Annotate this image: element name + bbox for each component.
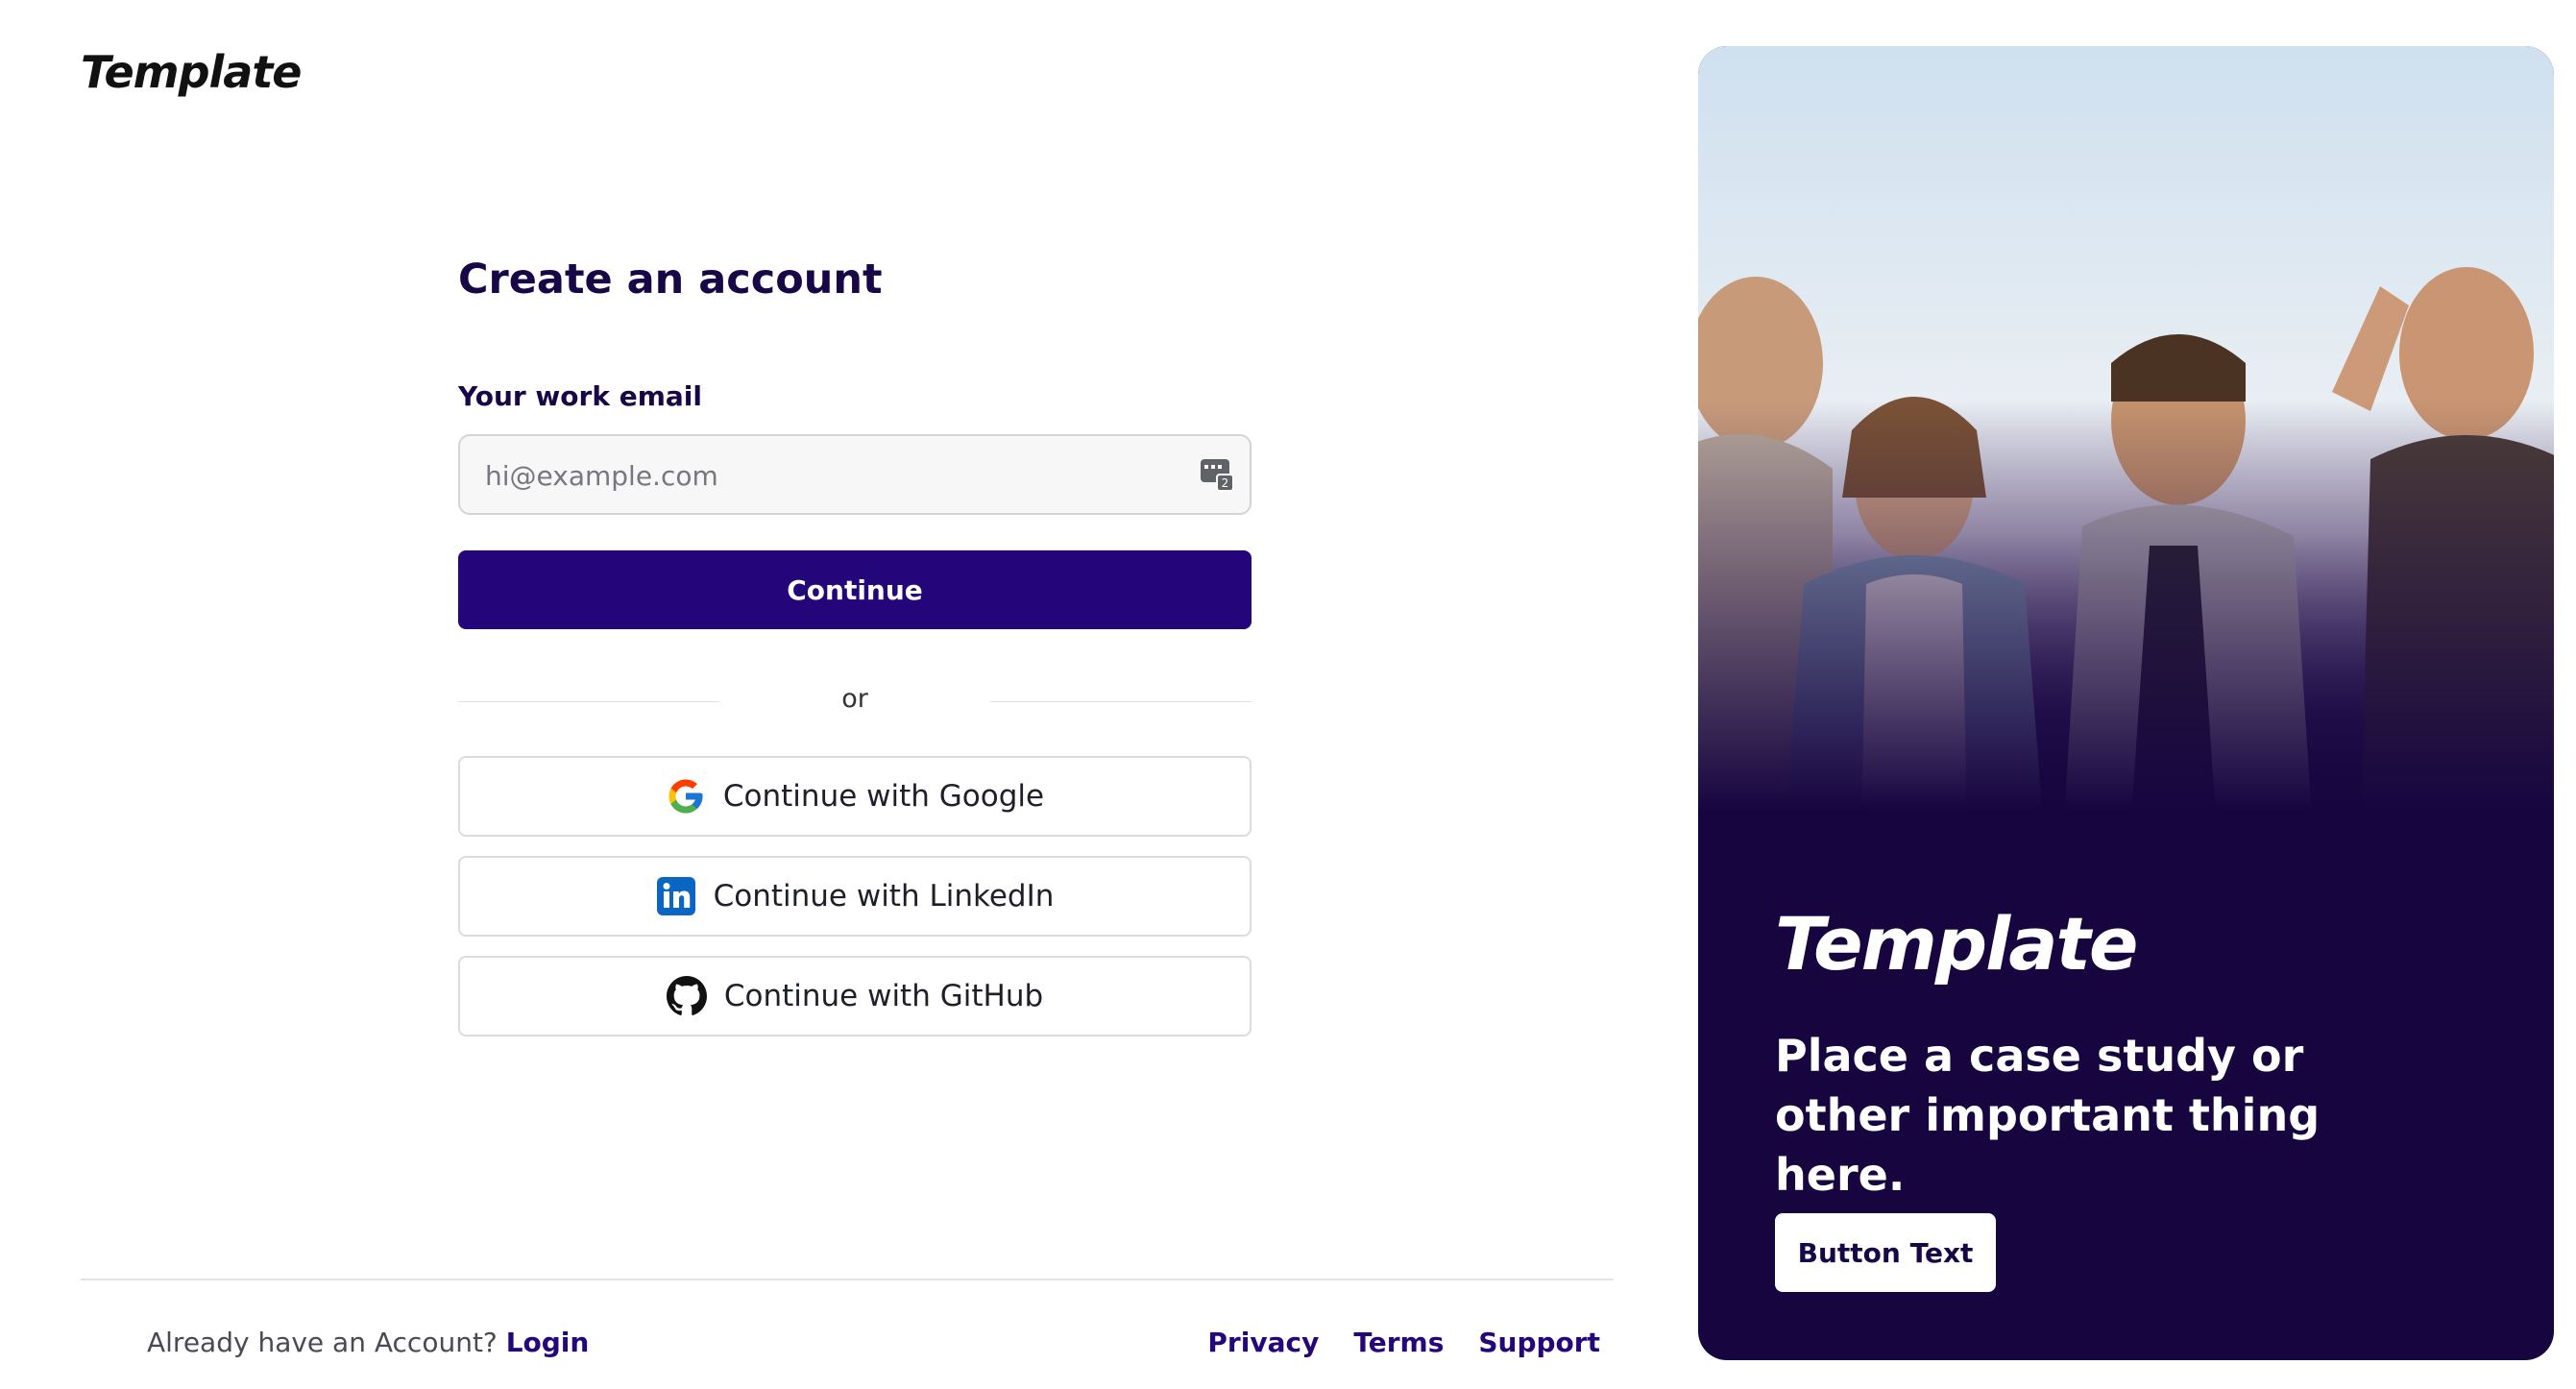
terms-link[interactable]: Terms	[1353, 1327, 1444, 1358]
account-prompt: Already have an Account? Login	[147, 1327, 589, 1358]
github-icon	[666, 976, 707, 1015]
linkedin-button-label: Continue with LinkedIn	[713, 879, 1055, 914]
hero-photo	[1698, 46, 2554, 834]
brand-logo[interactable]: Template	[81, 46, 303, 98]
google-button-label: Continue with Google	[722, 779, 1045, 814]
or-divider: or	[458, 682, 1252, 720]
account-prompt-text: Already have an Account?	[147, 1327, 498, 1358]
promo-headline: Place a case study or other important th…	[1775, 1030, 2321, 1201]
privacy-link[interactable]: Privacy	[1207, 1327, 1319, 1358]
svg-text:2: 2	[1222, 476, 1229, 490]
continue-with-github-button[interactable]: Continue with GitHub	[458, 956, 1252, 1036]
continue-with-google-button[interactable]: Continue with Google	[458, 756, 1252, 837]
support-link[interactable]: Support	[1478, 1327, 1600, 1358]
email-label: Your work email	[458, 380, 702, 412]
page-title: Create an account	[458, 256, 883, 304]
promo-button[interactable]: Button Text	[1775, 1213, 1996, 1292]
footer-links: Privacy Terms Support	[1207, 1327, 1600, 1358]
email-field[interactable]	[483, 436, 1159, 515]
continue-button[interactable]: Continue	[458, 550, 1252, 629]
login-link[interactable]: Login	[506, 1327, 590, 1358]
divider-line-right	[990, 701, 1252, 702]
continue-with-linkedin-button[interactable]: Continue with LinkedIn	[458, 856, 1252, 937]
password-manager-icon[interactable]: 2	[1198, 455, 1236, 494]
email-field-wrapper: 2	[458, 434, 1252, 515]
promo-panel: Template Place a case study or other imp…	[1698, 46, 2554, 1360]
promo-logo: Template	[1775, 901, 2138, 987]
github-button-label: Continue with GitHub	[723, 979, 1044, 1013]
footer-divider	[81, 1279, 1614, 1280]
divider-text: or	[841, 684, 868, 714]
google-icon	[668, 779, 703, 814]
linkedin-icon	[656, 877, 695, 915]
signup-form: Create an account Your work email 2 Cont…	[458, 256, 1252, 1036]
